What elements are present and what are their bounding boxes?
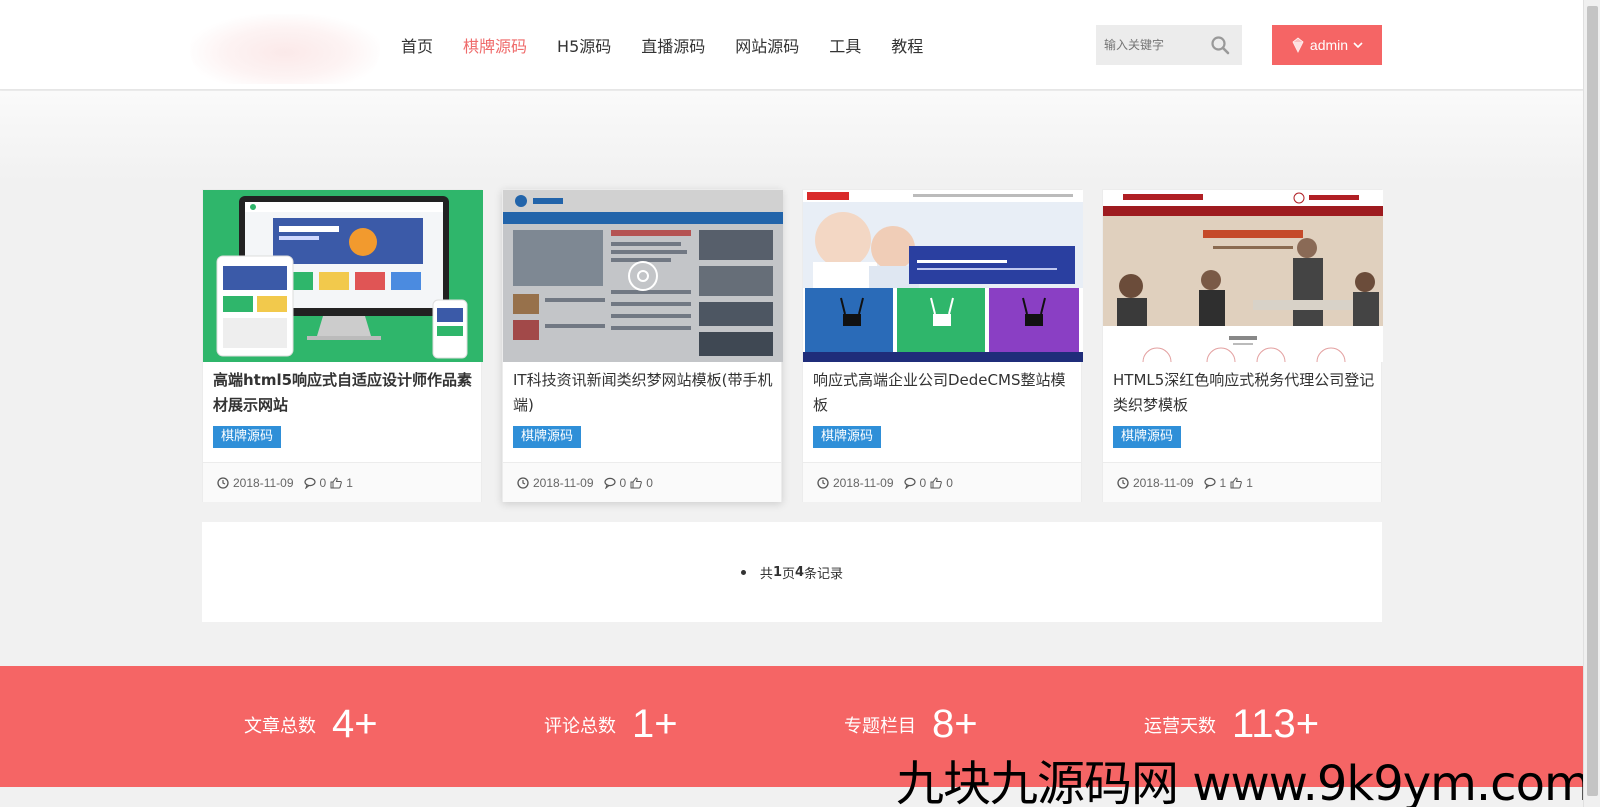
card-meta: 2018-11-09 0 1: [203, 462, 481, 502]
chevron-down-icon: [1353, 42, 1363, 49]
thumbs-up-icon: [930, 476, 943, 488]
pager-prefix: 共: [759, 566, 773, 582]
like-count: 1: [1246, 475, 1253, 490]
banner-band: [0, 91, 1583, 181]
card-thumbnail[interactable]: [503, 190, 783, 362]
search-box: [1096, 25, 1242, 65]
card-thumbnail[interactable]: [803, 190, 1083, 362]
user-menu-button[interactable]: admin: [1272, 25, 1382, 65]
stat-label: 运营天数: [1144, 715, 1216, 737]
comment-count: 1: [1219, 475, 1227, 490]
list-bullet: [740, 569, 746, 575]
article-card[interactable]: IT科技资讯新闻类织梦网站模板(带手机端) 棋牌源码 2018-11-09 0 …: [502, 189, 783, 502]
nav-live-source[interactable]: 直播源码: [641, 33, 705, 57]
category-tag[interactable]: 棋牌源码: [513, 426, 582, 448]
thumbs-up-icon: [1230, 476, 1243, 488]
stat-label: 文章总数: [244, 715, 316, 737]
card-meta: 2018-11-09 1 1: [1103, 462, 1381, 502]
nav-tutorials[interactable]: 教程: [891, 33, 923, 57]
category-tag[interactable]: 棋牌源码: [1113, 426, 1182, 448]
clock-icon: [817, 476, 829, 489]
card-title[interactable]: IT科技资讯新闻类织梦网站模板(带手机端): [513, 368, 775, 420]
post-date: 2018-11-09: [1133, 475, 1194, 490]
article-card[interactable]: 响应式高端企业公司DedeCMS整站模板 棋牌源码 2018-11-09 0 0: [802, 189, 1083, 502]
stat-label: 专题栏目: [844, 715, 916, 737]
nav-chess-source[interactable]: 棋牌源码: [463, 33, 527, 57]
post-date: 2018-11-09: [533, 475, 594, 490]
article-card[interactable]: HTML5深红色响应式税务代理公司登记类织梦模板 棋牌源码 2018-11-09…: [1102, 189, 1383, 502]
thumbs-up-icon: [630, 476, 643, 488]
card-meta: 2018-11-09 0 0: [803, 462, 1081, 502]
page-scrollbar[interactable]: [1583, 0, 1600, 807]
comment-icon: [603, 477, 616, 489]
pager-records: 4: [795, 564, 805, 580]
card-title[interactable]: 高端html5响应式自适应设计师作品素材展示网站: [213, 368, 475, 420]
site-header: 首页 棋牌源码 H5源码 直播源码 网站源码 工具 教程 admin: [0, 0, 1583, 90]
clock-icon: [1117, 476, 1129, 489]
like-count: 0: [946, 475, 953, 490]
search-icon[interactable]: [1210, 35, 1230, 55]
gem-icon: [1292, 37, 1304, 53]
pager-mid: 页: [781, 566, 795, 582]
comment-count: 0: [319, 475, 327, 490]
card-thumbnail[interactable]: [203, 190, 483, 362]
pagination: 共 1 页 4 条记录: [202, 522, 1382, 622]
stat-value: 8+: [932, 702, 978, 746]
comment-count: 0: [919, 475, 927, 490]
clock-icon: [517, 476, 529, 489]
comment-icon: [1203, 477, 1216, 489]
stat-articles: 文章总数 4+: [244, 702, 378, 747]
post-date: 2018-11-09: [233, 475, 294, 490]
stat-value: 1+: [632, 702, 678, 746]
stat-days: 运营天数 113+: [1144, 702, 1319, 747]
nav-h5-source[interactable]: H5源码: [557, 33, 611, 57]
clock-icon: [217, 476, 229, 489]
category-tag[interactable]: 棋牌源码: [213, 426, 282, 448]
stat-value: 4+: [332, 702, 378, 746]
site-logo[interactable]: [190, 14, 380, 84]
nav-website-source[interactable]: 网站源码: [735, 33, 799, 57]
article-card[interactable]: 高端html5响应式自适应设计师作品素材展示网站 棋牌源码 2018-11-09…: [202, 189, 483, 502]
search-input[interactable]: [1096, 38, 1204, 52]
stat-comments: 评论总数 1+: [544, 702, 678, 747]
card-title[interactable]: HTML5深红色响应式税务代理公司登记类织梦模板: [1113, 368, 1375, 420]
comment-count: 0: [619, 475, 627, 490]
main-nav: 首页 棋牌源码 H5源码 直播源码 网站源码 工具 教程: [386, 0, 938, 90]
scrollbar-thumb[interactable]: [1587, 6, 1598, 796]
category-tag[interactable]: 棋牌源码: [813, 426, 882, 448]
like-count: 0: [646, 475, 653, 490]
stat-topics: 专题栏目 8+: [844, 702, 978, 747]
pager-suffix: 条记录: [804, 566, 844, 582]
nav-tools[interactable]: 工具: [829, 33, 861, 57]
like-count: 1: [346, 475, 353, 490]
card-thumbnail[interactable]: [1103, 190, 1383, 362]
comment-icon: [303, 477, 316, 489]
user-name: admin: [1309, 37, 1349, 53]
post-date: 2018-11-09: [833, 475, 894, 490]
watermark-text: 九块九源码网 www.9k9ym.com: [896, 756, 1591, 807]
thumbs-up-icon: [330, 476, 343, 488]
nav-home[interactable]: 首页: [401, 33, 433, 57]
stat-value: 113+: [1232, 702, 1320, 746]
card-meta: 2018-11-09 0 0: [503, 462, 781, 502]
comment-icon: [903, 477, 916, 489]
pager-pages: 1: [772, 564, 782, 580]
card-title[interactable]: 响应式高端企业公司DedeCMS整站模板: [813, 368, 1075, 420]
stat-label: 评论总数: [544, 715, 616, 737]
